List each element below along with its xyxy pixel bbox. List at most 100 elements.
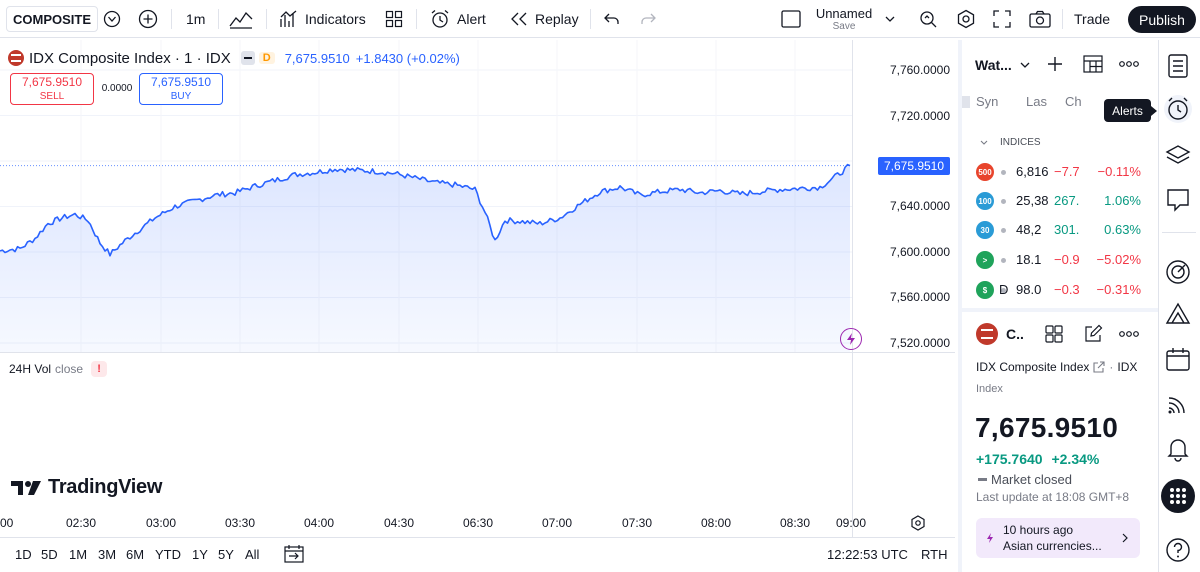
symbol-search-button[interactable]: COMPOSITE — [6, 6, 99, 32]
watchlist-icon[interactable] — [1164, 52, 1192, 80]
column-header-change[interactable]: Ch — [1065, 94, 1082, 109]
lightning-icon[interactable] — [840, 328, 862, 350]
details-layout-icon[interactable] — [1045, 325, 1063, 343]
advanced-view-icon[interactable] — [1083, 55, 1103, 73]
row-last: 18.1 — [1016, 252, 1042, 267]
fullscreen-box-icon[interactable] — [781, 0, 801, 38]
row-change-percent: −5.02% — [1096, 252, 1141, 267]
column-header-last[interactable]: Las — [1026, 94, 1047, 109]
object-tree-icon[interactable] — [1164, 141, 1192, 169]
publish-button[interactable]: Publish — [1128, 6, 1196, 33]
watchlist-row[interactable]: >18.1 −0.9 −5.02% — [976, 250, 1146, 270]
undo-icon[interactable] — [604, 0, 620, 38]
chat-icon[interactable] — [1164, 186, 1192, 214]
indices-section-header[interactable]: INDICES — [980, 137, 1041, 148]
compare-add-icon[interactable] — [138, 0, 158, 38]
time-axis-label: 09:00 — [835, 516, 867, 530]
replay-button[interactable]: Replay — [510, 0, 579, 38]
range-button-1y[interactable]: 1Y — [192, 547, 208, 562]
column-header-symbol[interactable]: Syn — [962, 94, 998, 109]
interval-button[interactable]: 1m — [186, 0, 205, 38]
watchlist-row[interactable]: 100 25,38 267. 1.06% — [976, 191, 1146, 211]
snapshot-camera-icon[interactable] — [1029, 0, 1051, 38]
watchlist-title-button[interactable]: Wat... — [975, 57, 1030, 73]
price-axis-label: 7,600.0000 — [889, 245, 950, 259]
symbol-logo-icon: 30 — [976, 221, 994, 239]
chart-type-icon[interactable] — [229, 0, 253, 38]
details-name[interactable]: IDX Composite Index — [976, 360, 1089, 374]
status-dot-icon — [1001, 258, 1006, 263]
pulse-icon[interactable] — [1164, 258, 1192, 286]
buy-button[interactable]: 7,675.9510 BUY — [139, 73, 223, 105]
warning-icon[interactable]: ! — [91, 361, 108, 377]
session-button[interactable]: RTH — [921, 547, 947, 562]
range-button-5y[interactable]: 5Y — [218, 547, 234, 562]
add-symbol-icon[interactable] — [1047, 56, 1063, 72]
axis-settings-icon[interactable] — [910, 515, 926, 531]
details-symbol-logo-icon — [976, 323, 998, 345]
tradingview-watermark: TradingView — [11, 476, 162, 499]
symbol-label: COMPOSITE — [13, 11, 92, 27]
volume-close-label: close — [55, 362, 84, 376]
range-button-6m[interactable]: 6M — [126, 547, 144, 562]
sell-label: SELL — [39, 91, 65, 102]
chevron-down-icon[interactable] — [884, 0, 896, 38]
legend-price: 7,675.9510 — [284, 50, 350, 66]
details-edit-icon[interactable] — [1083, 324, 1103, 344]
layouts-grid-icon[interactable] — [385, 0, 403, 38]
symbol-flag-icon[interactable] — [103, 0, 121, 38]
watchlist-row[interactable]: 500 6,816 −7.7 −0.11% — [976, 162, 1146, 182]
alerts-icon[interactable] — [1164, 95, 1192, 123]
replay-label: Replay — [535, 11, 579, 27]
goto-date-icon[interactable] — [284, 545, 304, 563]
details-change-pct: +2.34% — [1051, 451, 1100, 467]
range-button-1m[interactable]: 1M — [69, 547, 87, 562]
watchlist-row[interactable]: $ D 98.0 −0.3 −0.31% — [976, 280, 1146, 300]
row-change-percent: 1.06% — [1104, 193, 1141, 208]
time-axis-label: 04:00 — [303, 516, 335, 530]
ideas-icon[interactable] — [1164, 300, 1192, 328]
utc-clock[interactable]: 12:22:53 UTC — [827, 547, 908, 562]
streams-icon[interactable] — [1164, 390, 1192, 418]
alert-button[interactable]: Alert — [430, 0, 486, 38]
range-button-1d[interactable]: 1D — [15, 547, 32, 562]
price-axis-label: 7,560.0000 — [889, 290, 950, 304]
range-button-3m[interactable]: 3M — [98, 547, 116, 562]
settings-gear-icon[interactable] — [956, 0, 976, 38]
current-price-label: 7,675.9510 — [883, 159, 945, 173]
indicators-label: Indicators — [305, 11, 366, 27]
quick-search-icon[interactable] — [918, 0, 938, 38]
redo-icon[interactable] — [640, 0, 656, 38]
watchlist-row[interactable]: 30 48,2 301. 0.63% — [976, 220, 1146, 240]
time-axis-label: 08:00 — [700, 516, 732, 530]
row-last: 25,38 — [1016, 193, 1049, 208]
products-menu-icon[interactable] — [1161, 479, 1195, 513]
calendar-icon[interactable] — [1164, 345, 1192, 373]
row-change: −0.9 — [1054, 252, 1080, 267]
layout-save-label: Save — [832, 21, 856, 32]
fullscreen-icon[interactable] — [993, 0, 1011, 38]
sell-button[interactable]: 7,675.9510 SELL — [10, 73, 94, 105]
details-price: 7,675.9510 — [975, 412, 1119, 443]
news-card[interactable]: 10 hours ago Asian currencies... — [976, 518, 1140, 558]
trade-button[interactable]: Trade — [1074, 0, 1110, 38]
details-more-icon[interactable] — [1119, 331, 1139, 337]
layout-name: Unnamed — [815, 6, 873, 21]
time-axis-label: 08:30 — [779, 516, 811, 530]
pane-separator[interactable] — [0, 352, 955, 353]
layout-name-button[interactable]: Unnamed Save — [812, 6, 876, 34]
status-dot-icon — [1001, 170, 1006, 175]
range-button-5d[interactable]: 5D — [41, 547, 58, 562]
time-axis-label: 02:30 — [65, 516, 97, 530]
notifications-bell-icon[interactable] — [1164, 434, 1192, 462]
range-button-ytd[interactable]: YTD — [155, 547, 181, 562]
help-icon[interactable] — [1164, 536, 1192, 564]
range-button-all[interactable]: All — [245, 547, 259, 562]
alert-label: Alert — [457, 11, 486, 27]
indicators-button[interactable]: Indicators — [279, 0, 366, 38]
price-axis-label: 7,720.0000 — [889, 109, 950, 123]
more-options-icon[interactable] — [1119, 61, 1139, 67]
row-change: −0.3 — [1054, 282, 1080, 297]
legend-title[interactable]: IDX Composite Index · 1 · IDX — [29, 50, 231, 67]
row-last: 48,2 — [1016, 222, 1042, 237]
